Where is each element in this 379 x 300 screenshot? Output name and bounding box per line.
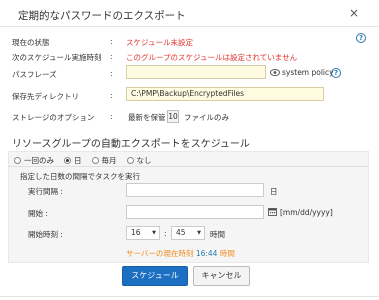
dialog-title: 定期的なパスワードのエクスポート	[18, 10, 186, 22]
time-separator: :	[164, 229, 167, 238]
radio-none[interactable]: なし	[126, 155, 152, 166]
storage-prefix: 最新を保管	[128, 113, 166, 122]
chevron-down-icon: ▼	[197, 230, 201, 236]
radio-label: 毎月	[101, 156, 117, 165]
radio-button[interactable]	[91, 157, 99, 164]
minute-value: 45	[176, 228, 186, 237]
start-date-label: 開始 :	[28, 209, 48, 218]
radio-label: 一回のみ	[24, 156, 54, 165]
colon: :	[110, 91, 113, 100]
cancel-button[interactable]: キャンセル	[193, 266, 250, 286]
interval-input[interactable]	[126, 183, 264, 197]
interval-label: 実行間隔 :	[28, 187, 63, 196]
minute-select[interactable]: 45 ▼	[171, 226, 205, 240]
directory-label: 保存先ディレクトリ	[12, 92, 79, 101]
close-icon[interactable]: ×	[349, 6, 359, 20]
status-value: スケジュール未設定	[126, 38, 193, 47]
radio-button[interactable]	[14, 157, 21, 164]
colon: :	[110, 112, 113, 121]
frequency-radio-group: 一回のみ 日 毎月 なし	[14, 155, 162, 166]
radio-monthly[interactable]: 毎月	[91, 155, 117, 166]
radio-button[interactable]	[64, 157, 71, 164]
next-schedule-value: このグループのスケジュールは設定されていません	[126, 53, 298, 62]
interval-unit: 日	[270, 187, 278, 196]
radio-once[interactable]: 一回のみ	[14, 155, 54, 166]
schedule-subtitle: 指定した日数の間隔でタスクを実行	[20, 172, 140, 181]
server-time-prefix: サーバーの現在時刻	[126, 249, 194, 258]
radio-label: なし	[136, 156, 152, 165]
radio-daily[interactable]: 日	[64, 155, 82, 166]
chevron-down-icon: ▼	[152, 230, 156, 236]
storage-count-input[interactable]: 10	[167, 110, 179, 123]
colon: :	[110, 37, 113, 46]
colon: :	[110, 69, 113, 78]
directory-input[interactable]: C:\PMP\Backup\EncryptedFiles	[126, 87, 324, 101]
storage-label: ストレージのオプション	[12, 113, 95, 122]
passphrase-input[interactable]	[126, 65, 266, 79]
server-time: サーバーの現在時刻 16:44 時間	[126, 248, 235, 259]
start-date-input[interactable]	[126, 205, 264, 219]
radio-label: 日	[74, 156, 82, 165]
status-label: 現在の状態	[12, 38, 50, 47]
hour-select[interactable]: 16 ▼	[126, 226, 160, 240]
export-dialog: 定期的なパスワードのエクスポート × ? 現在の状態 : スケジュール未設定 次…	[0, 0, 379, 300]
eye-icon[interactable]	[270, 69, 280, 76]
help-icon[interactable]: ?	[356, 33, 366, 43]
server-time-suffix: 時間	[219, 249, 235, 258]
footer-divider	[0, 296, 379, 297]
calendar-icon[interactable]	[268, 207, 277, 216]
storage-suffix: ファイルのみ	[184, 113, 229, 122]
date-format-hint: [mm/dd/yyyy]	[280, 208, 333, 217]
group-divider	[8, 166, 369, 167]
radio-button[interactable]	[126, 157, 134, 164]
header-divider	[0, 26, 379, 27]
policy-help-icon[interactable]: ?	[331, 68, 341, 78]
next-schedule-label: 次のスケジュール実施時刻	[12, 53, 102, 62]
server-time-value: 16:44	[195, 249, 218, 258]
colon: :	[110, 52, 113, 61]
start-time-label: 開始時刻 :	[28, 230, 63, 239]
schedule-section-title: リソースグループの自動エクスポートをスケジュール	[12, 139, 250, 150]
passphrase-label: パスフレーズ	[12, 70, 57, 79]
schedule-button[interactable]: スケジュール	[122, 266, 188, 286]
hour-value: 16	[131, 228, 141, 237]
system-policy-link[interactable]: system policy	[282, 68, 334, 77]
time-unit: 時間	[210, 230, 225, 239]
